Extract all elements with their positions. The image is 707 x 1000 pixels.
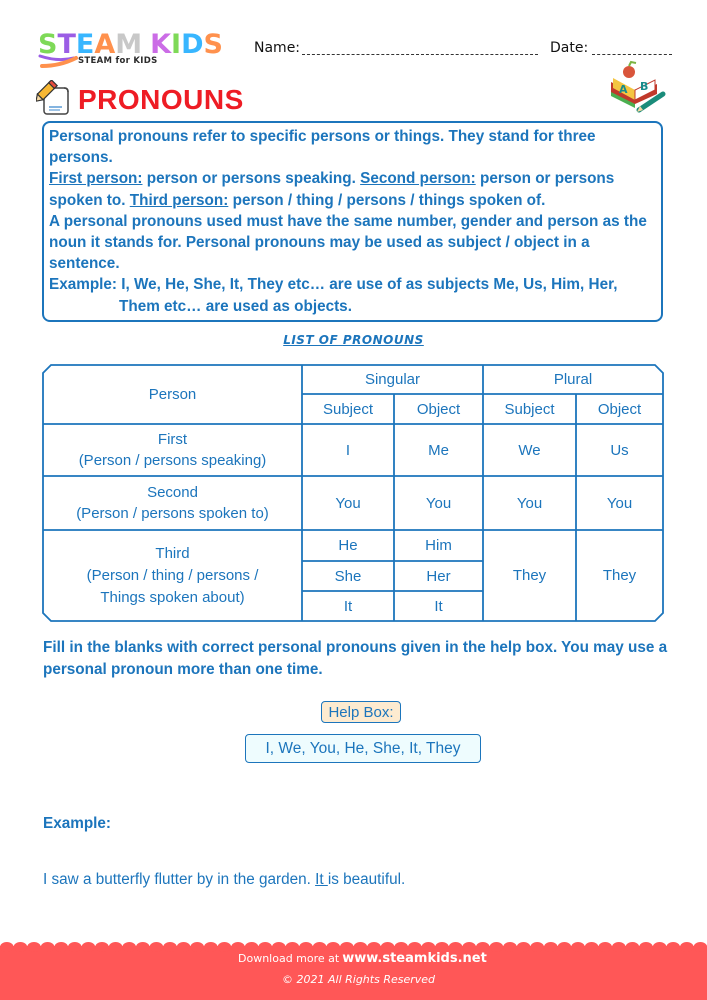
footer <box>0 940 707 1000</box>
first-singular-subject: I <box>345 441 351 459</box>
svg-text:B: B <box>640 80 648 93</box>
intro-rule: A personal pronouns used must have the s… <box>49 212 647 273</box>
intro-example-line2: Them etc… are used as objects. <box>119 297 352 315</box>
pronoun-table: Person Singular Plural Subject Object Su… <box>42 364 664 622</box>
header-person: Person <box>148 386 197 403</box>
second-plural-subject: You <box>516 494 543 512</box>
person-name: Third <box>155 544 190 562</box>
logo-swoosh-icon <box>38 54 78 68</box>
third-singular-subject: He <box>338 537 358 554</box>
footer-download: Download more at www.steamkids.net <box>238 951 487 966</box>
footer-site-link[interactable]: www.steamkids.net <box>342 951 487 966</box>
logo-tagline: STEAM for KIDS <box>78 56 158 66</box>
name-label: Name: <box>254 40 301 56</box>
logo-letter: I <box>171 29 182 60</box>
first-person-label: First person: <box>49 170 143 188</box>
person-description-line2: Things spoken about) <box>100 588 245 606</box>
person-name: First <box>157 431 188 448</box>
header-plural-object: Object <box>597 400 642 418</box>
svg-text:A: A <box>619 83 628 96</box>
logo-letter: S <box>203 29 223 60</box>
second-singular-object: You <box>425 494 452 512</box>
second-singular-subject: You <box>335 494 361 512</box>
third-plural-object: They <box>602 567 637 584</box>
person-description-line1: (Person / thing / persons / <box>86 566 259 584</box>
intro-persons: First person: person or persons speaking… <box>49 168 655 210</box>
exercise-instructions: Fill in the blanks with correct personal… <box>43 639 668 678</box>
third-singular-subject: She <box>334 567 362 585</box>
table-row-first-person: First (Person / persons speaking) <box>43 424 302 476</box>
header-singular: Singular <box>364 371 421 388</box>
second-person-label: Second person: <box>360 170 476 188</box>
page-title: PRONOUNS <box>78 84 244 115</box>
footer-download-text: Download more at <box>238 952 340 965</box>
date-field[interactable] <box>592 54 672 55</box>
footer-copyright: © 2021 All Rights Reserved <box>282 973 436 986</box>
example-answer: It <box>315 871 328 888</box>
third-person-label: Third person: <box>129 191 229 209</box>
first-plural-object: Us <box>610 441 629 459</box>
first-plural-subject: We <box>518 441 541 459</box>
header-plural: Plural <box>553 371 593 388</box>
example-label: Example: <box>43 815 112 832</box>
header-singular-subject: Subject <box>322 400 374 418</box>
table-row-third-person: Third (Person / thing / persons / Things… <box>43 530 302 621</box>
example-text-before: I saw a butterfly flutter by in the gard… <box>43 871 316 888</box>
help-box-words: I, We, You, He, She, It, They <box>245 734 481 763</box>
third-person-text: person / thing / persons / things spoken… <box>228 191 546 209</box>
third-singular-object: Him <box>425 537 452 554</box>
person-description: (Person / persons spoken to) <box>76 505 269 522</box>
third-singular-object: Her <box>426 567 451 585</box>
table-title: LIST OF PRONOUNS <box>283 333 424 347</box>
person-description: (Person / persons speaking) <box>78 452 267 469</box>
first-person-text: person or persons speaking. <box>142 170 361 188</box>
help-box-label: Help Box: <box>321 701 401 723</box>
second-plural-object: You <box>606 494 633 512</box>
table-row-second-person: Second (Person / persons spoken to) <box>43 476 302 530</box>
example-sentence: I saw a butterfly flutter by in the gard… <box>43 871 405 889</box>
steam-kids-logo: STEAM KIDS STEAM for KIDS <box>38 30 238 70</box>
example-text-after: is beautiful. <box>327 871 406 888</box>
third-plural-subject: They <box>512 567 547 584</box>
abc-book-icon: A B <box>611 60 666 113</box>
first-singular-object: Me <box>428 441 449 459</box>
header-plural-subject: Subject <box>504 400 555 418</box>
logo-letter: D <box>181 29 204 60</box>
pencil-paper-icon <box>36 80 69 115</box>
intro-definition: Personal pronouns refer to specific pers… <box>49 128 596 167</box>
person-name: Second <box>147 484 198 501</box>
third-singular-subject: It <box>343 597 353 615</box>
footer-scalloped-band <box>0 942 707 1000</box>
date-label: Date: <box>550 40 589 56</box>
third-singular-object: It <box>434 597 443 615</box>
intro-example-line1: Example: I, We, He, She, It, They etc… a… <box>49 276 618 294</box>
name-field[interactable] <box>302 54 538 55</box>
header-singular-object: Object <box>416 400 461 418</box>
intro-box: Personal pronouns refer to specific pers… <box>42 121 663 322</box>
